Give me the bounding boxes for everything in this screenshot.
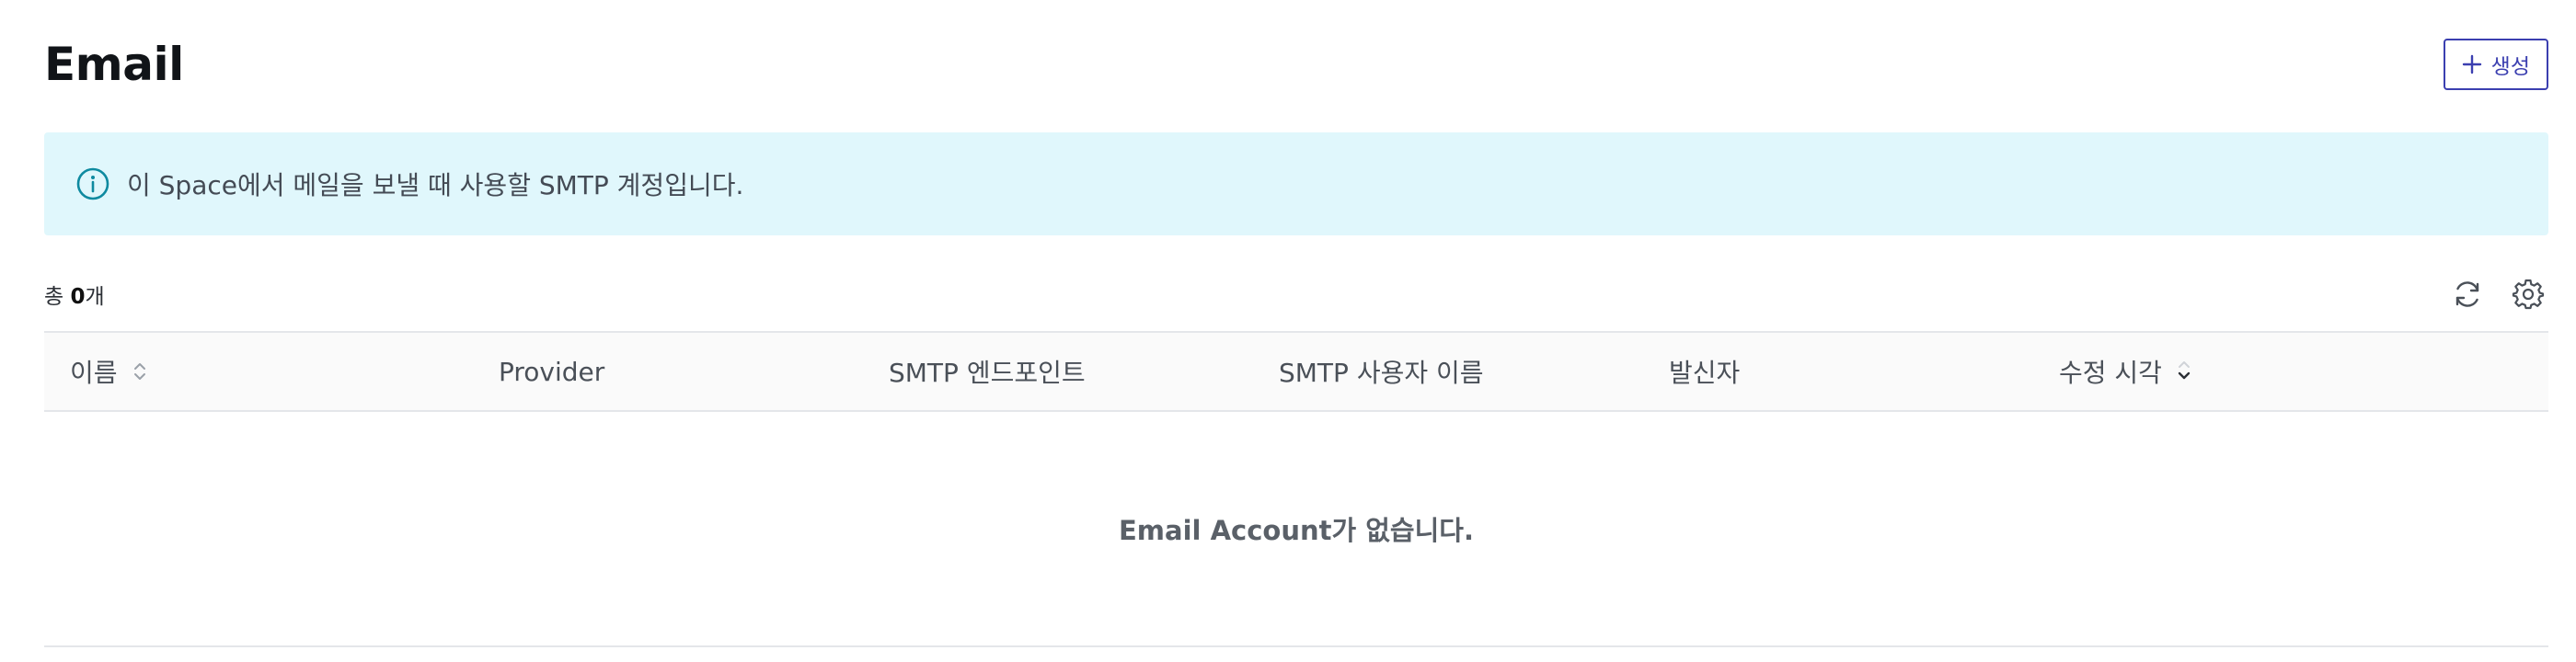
sort-descending-icon[interactable] <box>2175 360 2193 383</box>
table-header: 이름 Provider SMTP 엔드포인트 SMTP 사용자 이름 발신자 수… <box>44 331 2548 412</box>
email-accounts-page: Email 생성 이 Space에서 메일을 보낼 때 사용할 SMTP 계정입… <box>0 0 2576 662</box>
total-count-suffix: 개 <box>85 285 105 309</box>
column-label: 이름 <box>70 358 118 388</box>
column-label: 수정 시각 <box>2059 358 2162 388</box>
column-header-modified-time[interactable]: 수정 시각 <box>2059 333 2193 410</box>
info-banner: 이 Space에서 메일을 보낼 때 사용할 SMTP 계정입니다. <box>44 132 2548 235</box>
gear-icon[interactable] <box>2512 278 2545 311</box>
email-accounts-table: 이름 Provider SMTP 엔드포인트 SMTP 사용자 이름 발신자 수… <box>44 331 2548 647</box>
column-label: SMTP 엔드포인트 <box>889 358 1086 388</box>
column-header-smtp-endpoint: SMTP 엔드포인트 <box>889 333 1086 410</box>
column-label: SMTP 사용자 이름 <box>1279 358 1484 388</box>
total-count-value: 0 <box>70 285 86 309</box>
create-button[interactable]: 생성 <box>2443 39 2548 90</box>
column-label: Provider <box>499 356 605 387</box>
refresh-icon[interactable] <box>2451 278 2484 311</box>
column-header-smtp-username: SMTP 사용자 이름 <box>1279 333 1484 410</box>
list-summary-row: 총 0개 <box>44 272 2548 316</box>
column-header-provider: Provider <box>499 333 604 410</box>
column-header-sender: 발신자 <box>1669 333 1740 410</box>
plus-icon <box>2462 54 2481 74</box>
sort-icon[interactable] <box>131 360 149 383</box>
total-count-prefix: 총 <box>44 285 71 309</box>
page-header: Email 생성 <box>44 37 2548 92</box>
total-count: 총 0개 <box>44 279 105 310</box>
table-toolbar <box>2451 278 2548 311</box>
empty-state-row: Email Account가 없습니다. <box>44 412 2548 647</box>
column-label: 발신자 <box>1669 358 1741 388</box>
info-icon <box>76 167 109 200</box>
page-title: Email <box>44 38 184 91</box>
create-button-label: 생성 <box>2490 55 2530 79</box>
column-header-name[interactable]: 이름 <box>70 333 149 410</box>
info-banner-text: 이 Space에서 메일을 보낼 때 사용할 SMTP 계정입니다. <box>127 170 744 200</box>
empty-state-message: Email Account가 없습니다. <box>1119 515 1474 546</box>
